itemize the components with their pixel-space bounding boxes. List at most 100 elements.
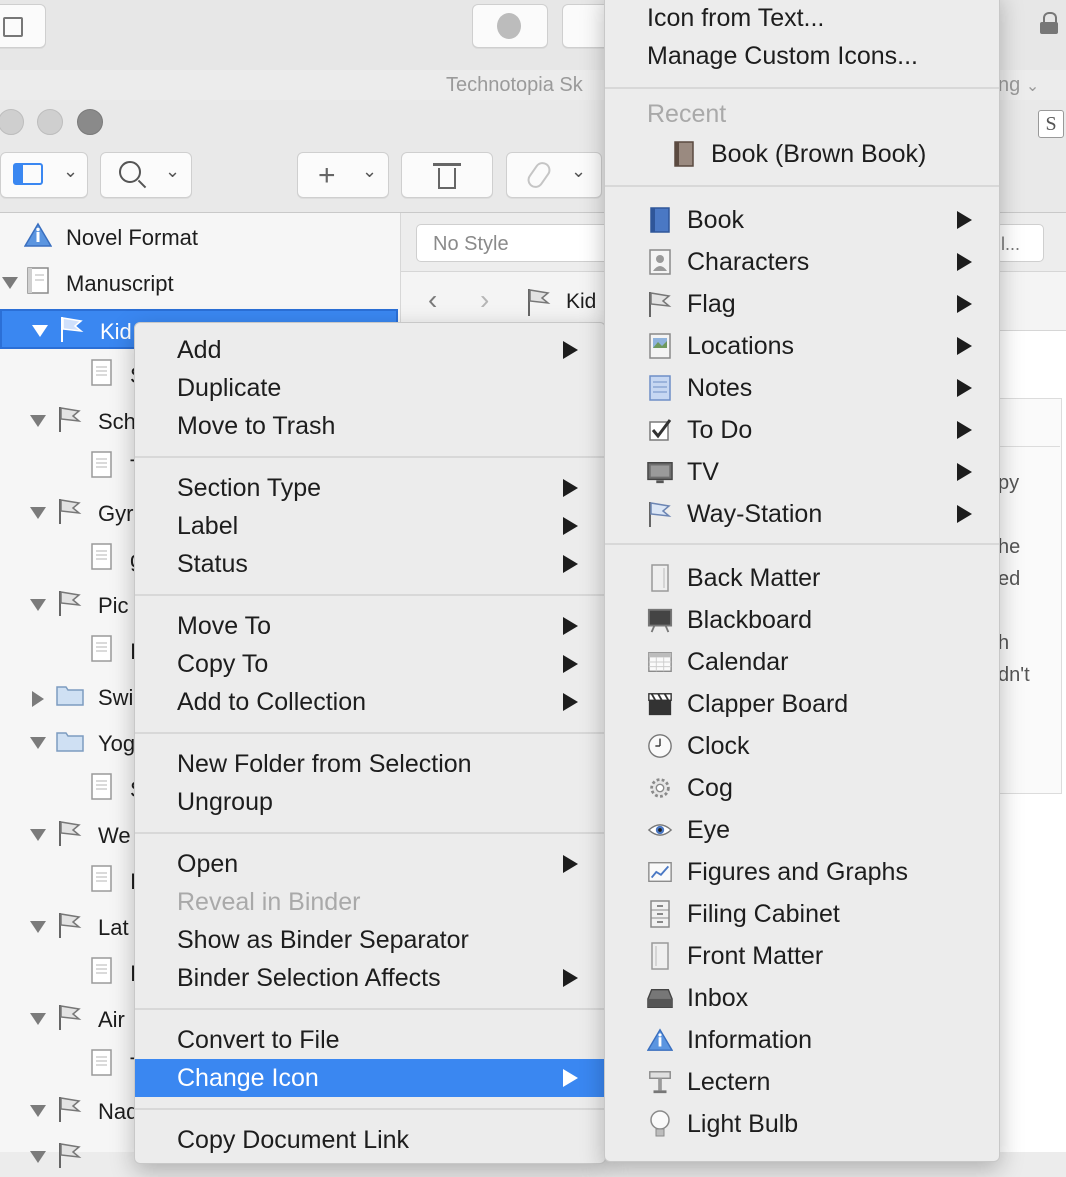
search-button[interactable]: ⌄ (100, 152, 192, 198)
minimize-window-button[interactable] (37, 109, 63, 135)
format-dropdown[interactable]: l... (996, 224, 1044, 262)
back-matter-icon (647, 564, 673, 592)
context-menu: Add Duplicate Move to Trash Section Type Lab… (134, 322, 606, 1164)
binder-item-label: Pic (98, 593, 129, 618)
icon-menu-item-label: Clock (687, 732, 750, 760)
menu-item-status[interactable]: Status (135, 545, 605, 583)
icon-menu-item-back-matter[interactable]: Back Matter (605, 559, 999, 597)
icon-menu-item-label: Blackboard (687, 606, 813, 634)
menu-item-convert-to-file[interactable]: Convert to File (135, 1021, 605, 1059)
calendar-icon (647, 649, 673, 675)
icon-menu-item-lectern[interactable]: Lectern (605, 1063, 999, 1101)
icon-menu-item-eye[interactable]: Eye (605, 811, 999, 849)
disclosure-open-icon[interactable] (32, 325, 48, 337)
menu-item-show-as-binder-separator[interactable]: Show as Binder Separator (135, 921, 605, 959)
icon-menu-item-way-station[interactable]: Way-Station (605, 495, 999, 533)
flag-icon (56, 497, 84, 525)
menu-item-new-folder-from-selection[interactable]: New Folder from Selection (135, 745, 605, 783)
icon-menu-item-characters[interactable]: Characters (605, 243, 999, 281)
menu-item-move-to-trash[interactable]: Move to Trash (135, 407, 605, 445)
binder-item[interactable]: Novel Format (0, 217, 398, 257)
icon-menu-item-notes[interactable]: Notes (605, 369, 999, 407)
submenu-arrow-icon (957, 337, 972, 355)
icon-menu-item-book-brown-book-[interactable]: Book (Brown Book) (605, 135, 999, 173)
binder-item-label: We (98, 823, 131, 848)
characters-icon (647, 249, 673, 275)
disclosure-open-icon[interactable] (30, 921, 46, 933)
chevron-down-icon: ⌄ (571, 161, 587, 181)
icon-menu-item-flag[interactable]: Flag (605, 285, 999, 323)
menu-item-section-type[interactable]: Section Type (135, 469, 605, 507)
submenu-arrow-icon (563, 655, 578, 673)
menu-item-open[interactable]: Open (135, 845, 605, 883)
menu-separator (605, 87, 999, 89)
disclosure-open-icon[interactable] (30, 1013, 46, 1025)
menu-item-move-to[interactable]: Move To (135, 607, 605, 645)
menu-item-add-to-collection[interactable]: Add to Collection (135, 683, 605, 721)
disclosure-open-icon[interactable] (30, 829, 46, 841)
icon-menu-item-locations[interactable]: Locations (605, 327, 999, 365)
disclosure-open-icon[interactable] (30, 737, 46, 749)
icon-menu-item-to-do[interactable]: To Do (605, 411, 999, 449)
menu-item-copy-to[interactable]: Copy To (135, 645, 605, 683)
zoom-window-button[interactable] (77, 109, 103, 135)
disclosure-open-icon[interactable] (30, 507, 46, 519)
add-button[interactable]: + ⌄ (297, 152, 389, 198)
menu-item-binder-selection-affects[interactable]: Binder Selection Affects (135, 959, 605, 997)
icon-menu-item-filing-cabinet[interactable]: Filing Cabinet (605, 895, 999, 933)
icon-menu-item-label: Characters (687, 248, 810, 276)
icon-menu-item-icon-from-text-[interactable]: Icon from Text... (605, 0, 999, 37)
disclosure-open-icon[interactable] (30, 599, 46, 611)
icon-menu-item-manage-custom-icons-[interactable]: Manage Custom Icons... (605, 37, 999, 75)
submenu-arrow-icon (957, 253, 972, 271)
disclosure-open-icon[interactable] (30, 1151, 46, 1163)
menu-item-label: Copy To (177, 650, 269, 678)
icon-menu-item-front-matter[interactable]: Front Matter (605, 937, 999, 975)
icon-menu-item-inbox[interactable]: Inbox (605, 979, 999, 1017)
submenu-arrow-icon (563, 341, 578, 359)
attachment-button[interactable]: ⌄ (506, 152, 602, 198)
disclosure-open-icon[interactable] (30, 415, 46, 427)
icon-menu-item-figures-and-graphs[interactable]: Figures and Graphs (605, 853, 999, 891)
menu-item-change-icon[interactable]: Change Icon (135, 1059, 605, 1097)
menu-item-add[interactable]: Add (135, 331, 605, 369)
layout-button[interactable]: ⌄ (0, 152, 88, 198)
menu-item-ungroup[interactable]: Ungroup (135, 783, 605, 821)
icon-menu-item-light-bulb[interactable]: Light Bulb (605, 1105, 999, 1143)
icon-menu-item-calendar[interactable]: Calendar (605, 643, 999, 681)
notes-icon (647, 375, 673, 401)
back-arrow-icon[interactable]: ‹ (428, 284, 437, 316)
icon-menu-item-clock[interactable]: Clock (605, 727, 999, 765)
document-icon (88, 635, 116, 663)
disclosure-open-icon[interactable] (2, 277, 18, 289)
binder-item-label: Swi (98, 685, 134, 710)
style-selector[interactable]: No Style (416, 224, 616, 262)
icon-menu-item-blackboard[interactable]: Blackboard (605, 601, 999, 639)
hand-icon (497, 13, 521, 39)
disclosure-open-icon[interactable] (30, 1105, 46, 1117)
document-icon (88, 1049, 116, 1077)
disclosure-closed-icon[interactable] (32, 691, 44, 707)
trash-button[interactable] (401, 152, 493, 198)
inspector-panel (996, 398, 1062, 794)
pennant-icon (647, 501, 673, 527)
view-toggle-button[interactable] (0, 4, 46, 48)
icon-menu-item-book[interactable]: Book (605, 201, 999, 239)
icon-menu-item-information[interactable]: Information (605, 1021, 999, 1059)
icon-menu-item-clapper-board[interactable]: Clapper Board (605, 685, 999, 723)
icon-menu-item-tv[interactable]: TV (605, 453, 999, 491)
icon-menu-item-cog[interactable]: Cog (605, 769, 999, 807)
binder-item[interactable]: Manuscript (0, 263, 398, 303)
hand-button[interactable] (472, 4, 548, 48)
menu-item-label[interactable]: Label (135, 507, 605, 545)
document-icon (88, 957, 116, 985)
menu-item-copy-document-link[interactable]: Copy Document Link (135, 1121, 605, 1159)
forward-arrow-icon[interactable]: › (480, 284, 489, 316)
menu-item-duplicate[interactable]: Duplicate (135, 369, 605, 407)
menu-item-label: Move To (177, 612, 272, 640)
icon-menu-item-label: Icon from Text... (647, 4, 825, 32)
menu-item-label: New Folder from Selection (177, 750, 472, 778)
information-icon (24, 221, 52, 249)
document-icon (88, 451, 116, 479)
flag-icon (56, 405, 84, 433)
